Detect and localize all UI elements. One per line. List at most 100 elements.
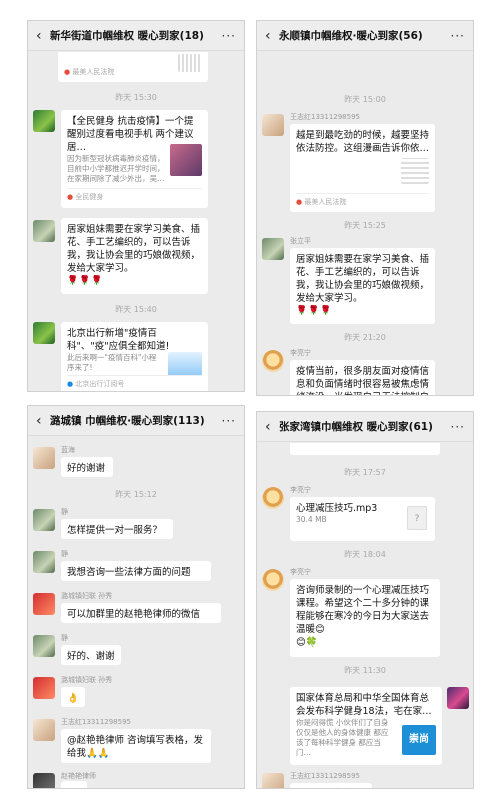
message-text: 疫情当前，很多朋友面对疫情信息和负面情绪时很容易被焦虑情绪淹没，当发现自己无法控…: [296, 366, 430, 395]
avatar[interactable]: [33, 509, 55, 531]
avatar[interactable]: [33, 593, 55, 615]
more-dots-icon[interactable]: ···: [451, 420, 465, 434]
avatar[interactable]: [447, 687, 469, 709]
sender-name: 静: [61, 634, 68, 642]
card-desc: 你是闷得慌 小伙伴们了自身仅仅是他人的身体健康 都应该了每种科学健身 都应当门…: [296, 718, 389, 757]
ok-hand-emoji: 👌: [67, 693, 79, 704]
avatar[interactable]: [262, 350, 284, 372]
avatar[interactable]: [33, 322, 55, 344]
emoji: 👍👍👍🌹🌹🌹: [296, 788, 366, 789]
avatar[interactable]: [262, 773, 284, 788]
message-text: 好的谢谢: [67, 463, 106, 474]
avatar[interactable]: [33, 677, 55, 699]
card-desc: 因为新型冠状病毒肺炎疫情，目前中小学都推迟开学时间，在家期间除了减少外出，吴…: [67, 154, 165, 183]
chat-title: 潞城镇 巾帼维权·暖心到家(113): [50, 415, 205, 427]
avatar[interactable]: [262, 114, 284, 136]
file-icon: ?: [407, 506, 427, 530]
sender-name: 蓝海: [61, 446, 75, 454]
timestamp: 昨天 11:30: [344, 666, 386, 675]
message-bubble[interactable]: @赵艳艳律师 咨询填写表格，发给我🙏🙏: [61, 729, 211, 763]
timestamp: 昨天 17:57: [344, 468, 386, 477]
avatar[interactable]: [262, 238, 284, 260]
card-source: ● 全民健身: [67, 188, 202, 204]
timestamp: 昨天 15:25: [344, 221, 386, 230]
timestamp: 昨天 15:30: [115, 93, 157, 102]
sender-name: 李亮宁: [290, 568, 311, 576]
back-arrow-icon[interactable]: ‹: [36, 413, 50, 429]
rose-emoji: 🌹🌹🌹: [67, 276, 104, 286]
back-arrow-icon[interactable]: ‹: [265, 28, 279, 44]
sender-name: 静: [61, 550, 68, 558]
message-text: 咨询师录制的一个心理减压技巧课程。希望这个二十多分钟的课程能够在寒冷的今日为大家…: [296, 585, 430, 635]
sender-name: 李亮宁: [290, 349, 311, 357]
avatar[interactable]: [33, 635, 55, 657]
chat-panel-yongshun: ‹ 永顺镇巾帼维权·暖心到家(56) ··· 昨天 15:00 王志红13311…: [256, 20, 474, 396]
link-card[interactable]: 越是到最吃劲的时候，越要坚持依法防控。这组漫画告诉你依… ● 最美人民法院: [290, 124, 435, 212]
file-message[interactable]: 心理减压技巧.mp3 30.4 MB ?: [290, 497, 435, 541]
sender-name: 王志红13311298595: [61, 718, 131, 726]
back-arrow-icon[interactable]: ‹: [36, 28, 50, 44]
link-card[interactable]: 国家体育总局和中华全国体育总会发布科学健身18法，宅在家… 你是闷得慌 小伙伴们…: [290, 687, 442, 765]
message-text: 怎样提供一对一服务？: [67, 525, 163, 536]
avatar[interactable]: [33, 551, 55, 573]
card-thumbnail: [178, 54, 202, 72]
card-thumbnail: [168, 352, 202, 376]
message-bubble[interactable]: 疫情当前，很多朋友面对疫情信息和负面情绪时很容易被焦虑情绪淹没，当发现自己无法控…: [290, 360, 435, 395]
rose-emoji: 🌹🌹🌹: [296, 306, 333, 316]
card-title: 越是到最吃劲的时候，越要坚持依法防控。这组漫画告诉你依…: [296, 130, 430, 154]
message-bubble[interactable]: 咨询师录制的一个心理减压技巧课程。希望这个二十多分钟的课程能够在寒冷的今日为大家…: [290, 579, 440, 657]
message-text: 我想咨询一些法律方面的问题: [67, 567, 191, 578]
avatar[interactable]: [33, 447, 55, 469]
timestamp: 昨天 18:04: [344, 550, 386, 559]
sender-name: 王志红13311298595: [290, 113, 360, 121]
emoji: 😊🍀: [296, 637, 318, 648]
message-text: 居家姐妹需要在家学习美食、插花、手工艺编织的，可以告诉我，我让协会里的巧娘做视频…: [296, 254, 430, 304]
link-card[interactable]: ● 最美人民法院: [58, 52, 208, 82]
avatar[interactable]: [33, 773, 55, 788]
more-dots-icon[interactable]: ···: [222, 29, 236, 43]
card-source: ● 北京出行订阅号: [67, 375, 202, 391]
message-bubble[interactable]: 居家姐妹需要在家学习美食、插花、手工艺编织的，可以告诉我，我让协会里的巧娘做视频…: [290, 248, 435, 324]
sender-name: 王志红13311298595: [290, 772, 360, 780]
message-text: 可以加群里的赵艳艳律师的微信: [67, 609, 201, 620]
chat-title: 张家湾镇巾帼维权 暖心到家(61): [279, 421, 433, 433]
chat-panel-xinhua: ‹ 新华街道巾帼维权 暖心到家(18) ··· ● 最美人民法院 昨天 15:3…: [27, 20, 245, 392]
card-title: 北京出行新增"疫情百科"、"疫"应俱全都知道!: [67, 328, 170, 352]
message-bubble[interactable]: [290, 443, 440, 455]
link-card[interactable]: 【全民健身 抗击疫情】一个提醒别过度看电视手机 两个建议 居… 因为新型冠状病毒…: [61, 110, 208, 208]
avatar[interactable]: [262, 487, 284, 509]
more-dots-icon[interactable]: ···: [451, 29, 465, 43]
message-bubble[interactable]: 👌: [61, 687, 85, 707]
message-bubble[interactable]: 我想咨询一些法律方面的问题: [61, 561, 211, 581]
message-bubble[interactable]: 好的谢谢: [61, 457, 113, 477]
chat-header: ‹ 新华街道巾帼维权 暖心到家(18) ···: [28, 21, 244, 51]
sender-name: 张立平: [290, 237, 311, 245]
message-text: @赵艳艳律师 咨询填写表格，发给我🙏🙏: [67, 735, 204, 759]
chat-header: ‹ 潞城镇 巾帼维权·暖心到家(113) ···: [28, 406, 244, 436]
chat-panel-lucheng: ‹ 潞城镇 巾帼维权·暖心到家(113) ··· 蓝海 好的谢谢 昨天 15:1…: [27, 405, 245, 789]
card-title: 国家体育总局和中华全国体育总会发布科学健身18法，宅在家…: [296, 693, 432, 717]
message-bubble[interactable]: 好的、谢谢: [61, 645, 121, 665]
avatar[interactable]: [33, 110, 55, 132]
sender-name: 静: [61, 508, 68, 516]
message-bubble[interactable]: 居家姐妹需要在家学习美食、插花、手工艺编织的，可以告诉我，我让协会里的巧娘做视频…: [61, 218, 208, 294]
chat-title: 新华街道巾帼维权 暖心到家(18): [50, 30, 204, 42]
avatar[interactable]: [33, 719, 55, 741]
card-source: ● 最美人民法院: [296, 193, 429, 209]
message-bubble[interactable]: OK: [61, 781, 87, 788]
timestamp: 昨天 15:40: [115, 305, 157, 314]
card-thumbnail: [170, 144, 202, 176]
back-arrow-icon[interactable]: ‹: [265, 419, 279, 435]
message-bubble[interactable]: 👍👍👍🌹🌹🌹: [290, 783, 372, 789]
avatar[interactable]: [262, 569, 284, 591]
sender-name: 潞城镇妇联 孙秀: [61, 592, 113, 600]
message-bubble[interactable]: 怎样提供一对一服务？: [61, 519, 173, 539]
sender-name: 赵艳艳律师: [61, 772, 96, 780]
avatar[interactable]: [33, 220, 55, 242]
more-dots-icon[interactable]: ···: [222, 414, 236, 428]
link-card[interactable]: 北京出行新增"疫情百科"、"疫"应俱全都知道! 此后来啊一"疫情百科"小程序来了…: [61, 322, 208, 391]
message-text: 居家姐妹需要在家学习美食、插花、手工艺编织的，可以告诉我，我让协会里的巧娘做视频…: [67, 224, 201, 274]
message-bubble[interactable]: 可以加群里的赵艳艳律师的微信: [61, 603, 221, 623]
timestamp: 昨天 21:20: [344, 333, 386, 342]
card-thumbnail: 崇尚: [402, 725, 436, 755]
